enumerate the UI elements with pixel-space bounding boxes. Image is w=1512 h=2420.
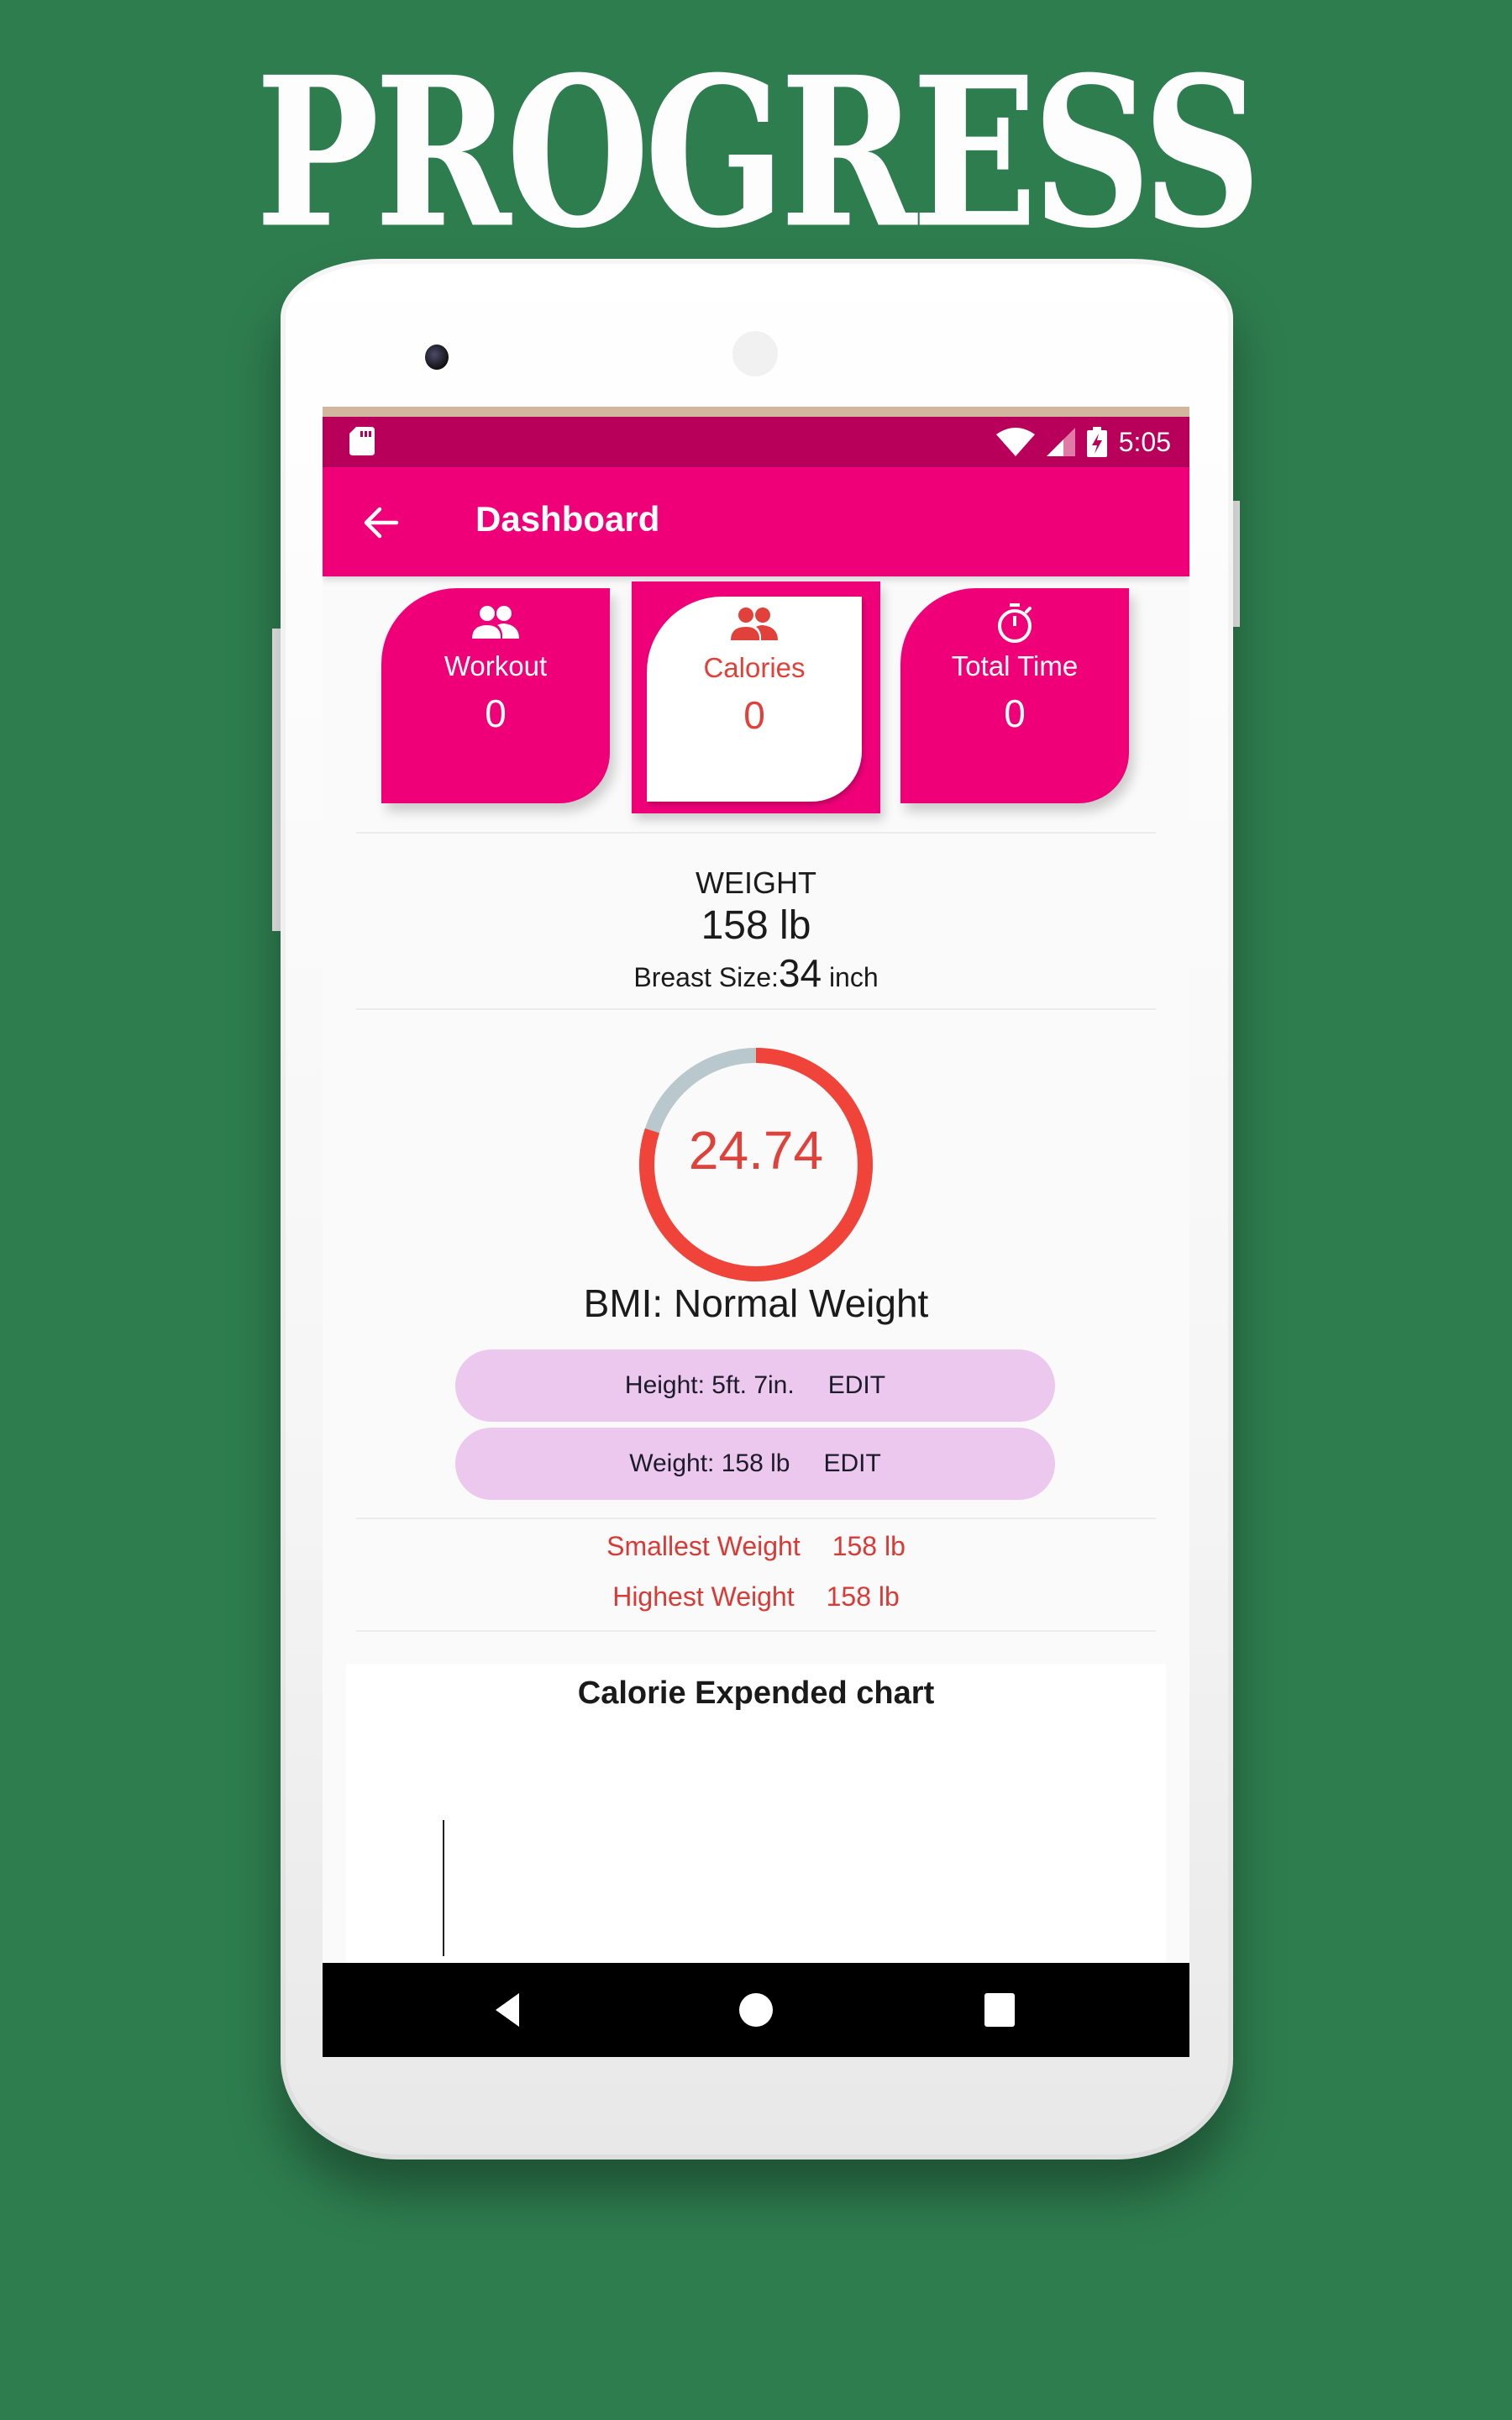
status-time: 5:05 xyxy=(1118,426,1171,457)
bmi-value: 24.74 xyxy=(688,1120,824,1181)
home-circle-icon[interactable] xyxy=(736,1991,776,2028)
recents-square-icon[interactable] xyxy=(979,1991,1020,2028)
stat-label: Total Time xyxy=(951,650,1079,681)
height-value: Height: 5ft. 7in. xyxy=(624,1371,795,1399)
app-bar: Dashboard xyxy=(323,467,1189,576)
status-bar: 5:05 xyxy=(323,417,1189,467)
wifi-icon xyxy=(995,428,1035,456)
app-screen: 5:05 Dashboard Workout 0 Calories 0 Tota… xyxy=(323,407,1189,2057)
weight-edit-label: EDIT xyxy=(823,1449,881,1477)
height-edit-button[interactable]: Height: 5ft. 7in. EDIT xyxy=(455,1349,1055,1422)
calorie-chart-card: Calorie Expended chart xyxy=(346,1664,1166,1966)
breast-size-unit: inch xyxy=(828,962,879,992)
divider xyxy=(356,1518,1156,1519)
page-title: Dashboard xyxy=(475,499,660,539)
height-edit-label: EDIT xyxy=(827,1371,886,1399)
highest-weight-value: 158 lb xyxy=(826,1581,900,1612)
people-icon xyxy=(731,608,778,640)
front-camera xyxy=(425,345,449,370)
weight-edit-button[interactable]: Weight: 158 lb EDIT xyxy=(455,1428,1055,1500)
weight-value: 158 lb xyxy=(701,903,811,948)
highest-weight-label: Highest Weight xyxy=(612,1581,795,1612)
smallest-weight-row: Smallest Weight 158 lb xyxy=(323,1531,1189,1562)
people-icon xyxy=(472,606,519,639)
breast-size-line: Breast Size:34 inch xyxy=(323,950,1189,996)
stat-card-calories[interactable]: Calories 0 xyxy=(632,581,880,813)
stat-value: 0 xyxy=(485,692,507,735)
phone-sensor xyxy=(732,331,778,376)
weight-title: WEIGHT xyxy=(696,865,816,900)
divider xyxy=(356,832,1156,834)
bmi-category-label: BMI: Normal Weight xyxy=(583,1281,929,1325)
battery-charging-icon xyxy=(1086,427,1107,457)
divider xyxy=(356,1630,1156,1632)
breast-size-value: 34 xyxy=(778,951,822,995)
weight-value-pill: Weight: 158 lb xyxy=(629,1449,790,1477)
system-nav-bar xyxy=(323,1963,1189,2057)
cell-signal-icon xyxy=(1046,428,1075,456)
arrow-left-icon[interactable] xyxy=(360,501,403,544)
stat-label: Calories xyxy=(703,652,806,683)
stopwatch-icon xyxy=(998,603,1032,643)
divider xyxy=(356,1008,1156,1010)
stat-label: Workout xyxy=(444,650,548,681)
stat-card-total-time[interactable]: Total Time 0 xyxy=(900,588,1129,803)
back-triangle-icon[interactable] xyxy=(491,1991,531,2028)
weight-summary: WEIGHT 158 lb Breast Size:34 inch xyxy=(323,865,1189,996)
chart-title: Calorie Expended chart xyxy=(577,1676,935,1711)
smallest-weight-value: 158 lb xyxy=(832,1531,906,1561)
highest-weight-row: Highest Weight 158 lb xyxy=(323,1581,1189,1612)
breast-size-label: Breast Size: xyxy=(633,962,779,992)
sd-card-icon xyxy=(349,427,375,455)
stat-card-calories-inner: Calories 0 xyxy=(647,597,862,802)
stat-card-workout[interactable]: Workout 0 xyxy=(381,588,610,803)
stat-value: 0 xyxy=(743,693,765,737)
wallpaper-strip xyxy=(323,407,1189,417)
stat-value: 0 xyxy=(1004,692,1026,735)
smallest-weight-label: Smallest Weight xyxy=(606,1531,801,1561)
